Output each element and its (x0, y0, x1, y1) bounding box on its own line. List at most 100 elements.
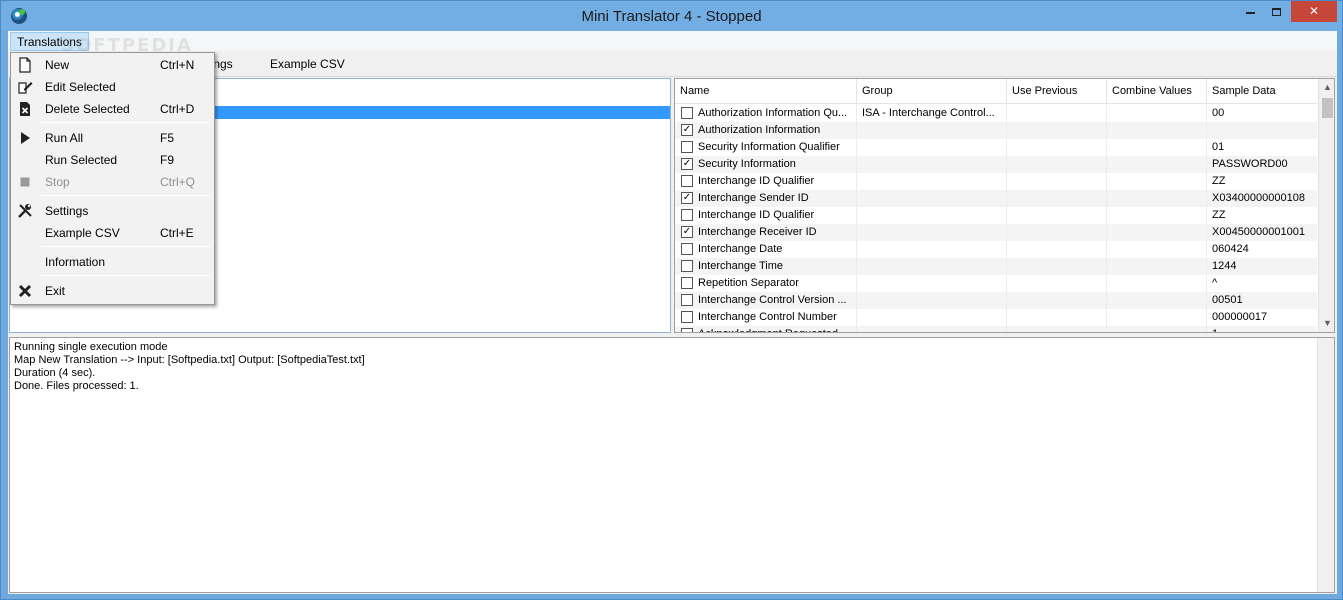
cell-group[interactable] (857, 275, 1007, 292)
cell-sample[interactable]: ZZ (1207, 207, 1317, 224)
cell-combine-values[interactable] (1107, 292, 1207, 309)
cell-combine-values[interactable] (1107, 156, 1207, 173)
title-bar[interactable]: Mini Translator 4 - Stopped ✕ (1, 1, 1342, 31)
cell-group[interactable] (857, 122, 1007, 139)
cell-name[interactable]: Interchange ID Qualifier (675, 207, 857, 224)
cell-sample[interactable]: 01 (1207, 139, 1317, 156)
menu-item-delete-selected[interactable]: Delete Selected Ctrl+D (13, 98, 212, 120)
cell-use-previous[interactable] (1007, 326, 1107, 332)
cell-group[interactable]: ISA - Interchange Control... (857, 105, 1007, 122)
menu-item-settings[interactable]: Settings (13, 200, 212, 222)
cell-group[interactable] (857, 173, 1007, 190)
cell-use-previous[interactable] (1007, 122, 1107, 139)
cell-sample[interactable] (1207, 122, 1317, 139)
cell-name[interactable]: Interchange Date (675, 241, 857, 258)
cell-group[interactable] (857, 190, 1007, 207)
cell-sample[interactable]: 1244 (1207, 258, 1317, 275)
row-checkbox[interactable] (681, 208, 693, 221)
cell-name[interactable]: ✓ Interchange Receiver ID (675, 224, 857, 241)
column-header-sample-data[interactable]: Sample Data (1207, 79, 1317, 104)
column-header-combine-values[interactable]: Combine Values (1107, 79, 1207, 104)
cell-sample[interactable]: 000000017 (1207, 309, 1317, 326)
log-scrollbar[interactable] (1317, 338, 1334, 592)
cell-name[interactable]: Interchange Control Version ... (675, 292, 857, 309)
scroll-thumb[interactable] (1322, 98, 1333, 118)
cell-use-previous[interactable] (1007, 105, 1107, 122)
cell-combine-values[interactable] (1107, 258, 1207, 275)
scroll-up-icon[interactable]: ▲ (1319, 79, 1334, 96)
cell-use-previous[interactable] (1007, 275, 1107, 292)
cell-combine-values[interactable] (1107, 224, 1207, 241)
cell-name[interactable]: Repetition Separator (675, 275, 857, 292)
row-checkbox[interactable] (681, 276, 693, 289)
cell-name[interactable]: ✓ Interchange Sender ID (675, 190, 857, 207)
grid-vertical-scrollbar[interactable]: ▲ ▼ (1318, 79, 1334, 332)
column-header-group[interactable]: Group (857, 79, 1007, 104)
menu-item-run-selected[interactable]: Run Selected F9 (13, 149, 212, 171)
table-row[interactable]: Interchange Date 060424 (675, 241, 1317, 258)
row-checkbox[interactable] (681, 140, 693, 153)
cell-name[interactable]: Acknowledgment Requested (675, 326, 857, 332)
output-log[interactable]: Running single execution mode Map New Tra… (9, 337, 1335, 593)
cell-combine-values[interactable] (1107, 139, 1207, 156)
cell-use-previous[interactable] (1007, 190, 1107, 207)
close-button[interactable]: ✕ (1291, 1, 1337, 22)
cell-group[interactable] (857, 326, 1007, 332)
cell-name[interactable]: Interchange Time (675, 258, 857, 275)
cell-combine-values[interactable] (1107, 275, 1207, 292)
cell-group[interactable] (857, 224, 1007, 241)
cell-group[interactable] (857, 139, 1007, 156)
cell-use-previous[interactable] (1007, 224, 1107, 241)
table-row[interactable]: ✓ Security Information PASSWORD00 (675, 156, 1317, 173)
cell-sample[interactable]: X03400000000108 (1207, 190, 1317, 207)
selected-translation-row[interactable] (158, 106, 670, 119)
table-row[interactable]: Interchange ID Qualifier ZZ (675, 207, 1317, 224)
cell-use-previous[interactable] (1007, 241, 1107, 258)
cell-combine-values[interactable] (1107, 122, 1207, 139)
cell-sample[interactable]: X00450000001001 (1207, 224, 1317, 241)
cell-use-previous[interactable] (1007, 207, 1107, 224)
row-checkbox[interactable] (681, 310, 693, 323)
cell-sample[interactable]: 1 (1207, 326, 1317, 332)
cell-use-previous[interactable] (1007, 139, 1107, 156)
menu-item-new[interactable]: New Ctrl+N (13, 54, 212, 76)
menu-item-run-all[interactable]: Run All F5 (13, 127, 212, 149)
cell-name[interactable]: Authorization Information Qu... (675, 105, 857, 122)
table-row[interactable]: ✓ Authorization Information (675, 122, 1317, 139)
table-row[interactable]: Acknowledgment Requested 1 (675, 326, 1317, 332)
row-checkbox[interactable]: ✓ (681, 225, 693, 238)
cell-name[interactable]: Security Information Qualifier (675, 139, 857, 156)
table-row[interactable]: Interchange Time 1244 (675, 258, 1317, 275)
row-checkbox[interactable] (681, 174, 693, 187)
table-row[interactable]: Security Information Qualifier 01 (675, 139, 1317, 156)
maximize-button[interactable] (1263, 1, 1289, 22)
cell-combine-values[interactable] (1107, 105, 1207, 122)
minimize-button[interactable] (1237, 1, 1263, 22)
scroll-down-icon[interactable]: ▼ (1319, 315, 1334, 332)
row-checkbox[interactable]: ✓ (681, 157, 693, 170)
cell-sample[interactable]: ^ (1207, 275, 1317, 292)
row-checkbox[interactable] (681, 242, 693, 255)
cell-group[interactable] (857, 241, 1007, 258)
cell-group[interactable] (857, 156, 1007, 173)
cell-name[interactable]: ✓ Security Information (675, 156, 857, 173)
cell-name[interactable]: Interchange Control Number (675, 309, 857, 326)
cell-combine-values[interactable] (1107, 309, 1207, 326)
menu-item-information[interactable]: Information (13, 251, 212, 273)
table-row[interactable]: ✓ Interchange Sender ID X03400000000108 (675, 190, 1317, 207)
cell-group[interactable] (857, 292, 1007, 309)
cell-sample[interactable]: 060424 (1207, 241, 1317, 258)
menu-item-example-csv[interactable]: Example CSV Ctrl+E (13, 222, 212, 244)
table-row[interactable]: Repetition Separator ^ (675, 275, 1317, 292)
row-checkbox[interactable] (681, 327, 693, 332)
table-row[interactable]: Interchange Control Number 000000017 (675, 309, 1317, 326)
column-header-name[interactable]: Name (675, 79, 857, 104)
cell-use-previous[interactable] (1007, 258, 1107, 275)
cell-combine-values[interactable] (1107, 173, 1207, 190)
cell-combine-values[interactable] (1107, 326, 1207, 332)
cell-group[interactable] (857, 258, 1007, 275)
cell-use-previous[interactable] (1007, 173, 1107, 190)
toolbar-example-csv[interactable]: Example CSV (270, 57, 345, 71)
row-checkbox[interactable] (681, 259, 693, 272)
cell-group[interactable] (857, 207, 1007, 224)
